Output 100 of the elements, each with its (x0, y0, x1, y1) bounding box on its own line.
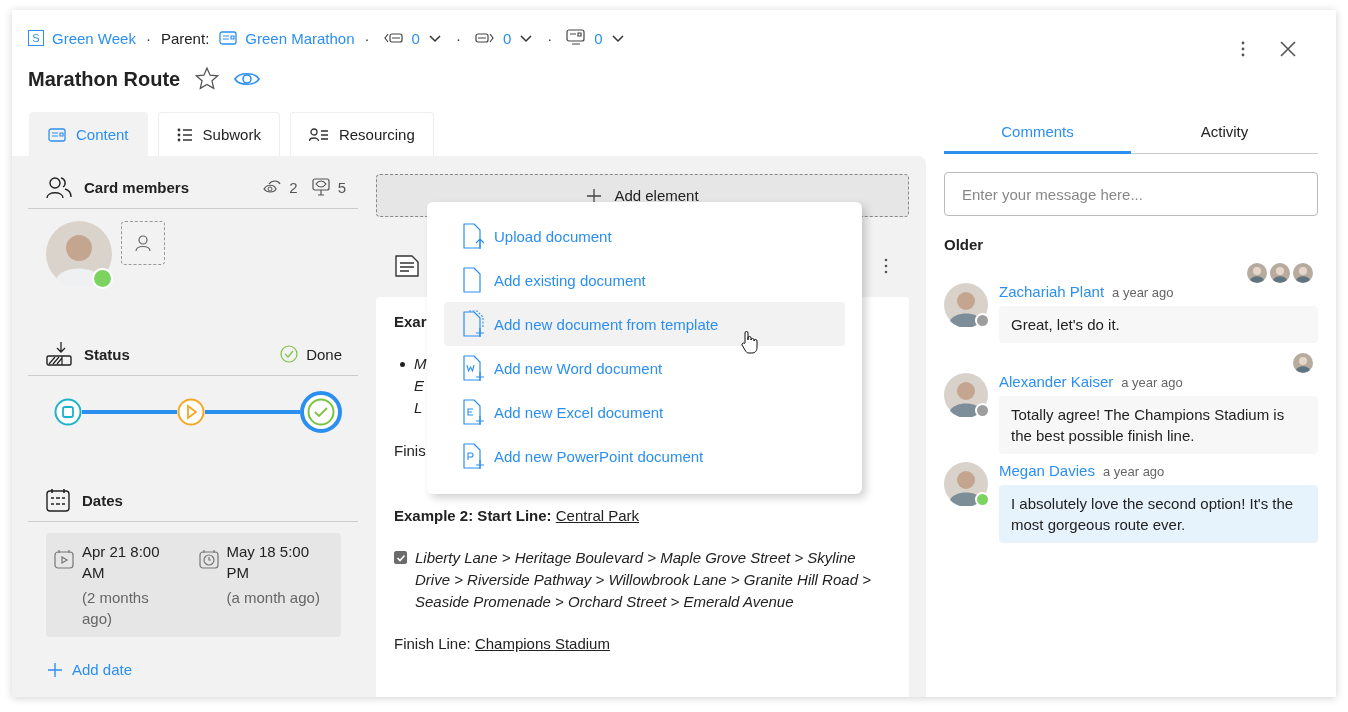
list-icon (176, 127, 193, 142)
status-step[interactable] (300, 391, 342, 433)
comment-bubble: I absolutely love the second option! It's the most gorgeous route ever. (999, 485, 1318, 543)
menu-item[interactable]: Upload document (444, 214, 845, 258)
more-icon[interactable] (1240, 40, 1246, 58)
route-text: L (414, 398, 424, 418)
card-icon (48, 127, 66, 142)
avatar[interactable] (46, 221, 112, 287)
tab[interactable]: Activity (1131, 112, 1318, 154)
tab[interactable]: Content (29, 112, 148, 156)
comment-bubble: Great, let's do it. (999, 306, 1318, 343)
card-icon (219, 31, 238, 45)
bullet-icon (400, 362, 405, 367)
status-value: Done (306, 345, 342, 363)
menu-item[interactable]: Add existing document (444, 258, 845, 302)
finish-link[interactable]: Champions Stadium (474, 635, 610, 652)
person-icon (134, 234, 152, 252)
route-text: Liberty Lane > Heritage Boulevard > Maple Grove Street > Skyline Drive > Riverside Pathway > Willowbrook Lane > Granite Hill Road > Seaside Promenade > Orchard Street > Emerald Avenue (415, 548, 872, 612)
comment-time: a year ago (1112, 285, 1174, 300)
hand-cursor-icon (740, 330, 758, 354)
document-icon (462, 222, 486, 250)
caret-icon (427, 33, 442, 43)
close-icon[interactable] (1280, 41, 1296, 57)
comment-time: a year ago (1121, 375, 1183, 390)
relation-counter[interactable]: 0 (562, 29, 629, 47)
caret-icon (519, 33, 534, 43)
menu-item[interactable]: Add new Excel document (444, 390, 845, 434)
relation-counter[interactable]: 0 (470, 29, 538, 47)
parent-label: Parent: (160, 29, 210, 47)
comment-time: a year ago (1102, 464, 1165, 479)
plus-icon (48, 662, 62, 677)
separator-dot: · (547, 29, 553, 47)
person-list-icon (308, 127, 329, 142)
menu-item[interactable]: Add new Word document (444, 346, 845, 390)
avatar (944, 462, 988, 506)
reader-avatar (1247, 263, 1267, 283)
due-date-icon (198, 549, 219, 569)
reader-avatar (1293, 353, 1313, 373)
start-link[interactable]: Central Park (555, 507, 640, 524)
relative-date: (a month ago) (226, 588, 321, 608)
viewers-icon (311, 178, 330, 196)
section-title: Status (84, 345, 130, 363)
separator-dot: · (364, 29, 370, 47)
example-heading: Exar (394, 312, 427, 332)
status-step[interactable] (54, 398, 82, 426)
separator-dot: · (455, 29, 461, 47)
tab[interactable]: Resourcing (289, 112, 434, 156)
space-badge: S (28, 30, 44, 46)
finish-label: Finish Line: (394, 635, 471, 652)
watchers-icon (263, 180, 282, 194)
document-icon (462, 354, 486, 382)
people-icon (46, 174, 72, 200)
separator-dot: · (145, 29, 151, 47)
check-circle-icon (280, 345, 299, 363)
watchers-count: 2 (289, 178, 298, 196)
comment-bubble: Totally agree! The Champions Stadium is the best possible finish line. (999, 396, 1318, 454)
route-text: M (414, 354, 428, 374)
viewers-count: 5 (337, 178, 346, 196)
add-member-button[interactable] (121, 221, 165, 265)
linked-card-icon (566, 29, 587, 47)
more-icon[interactable] (883, 258, 889, 274)
plus-icon (586, 187, 603, 204)
caret-icon (610, 33, 625, 43)
section-title: Dates (82, 491, 123, 509)
incoming-card-icon (383, 32, 404, 44)
document-icon (462, 310, 486, 338)
avatar (944, 283, 988, 327)
reader-avatar (1270, 263, 1290, 283)
author-name[interactable]: Megan Davies (999, 462, 1095, 479)
author-name[interactable]: Alexander Kaiser (999, 373, 1114, 390)
reader-avatar (1293, 263, 1313, 283)
relative-date: (2 months ago) (82, 588, 150, 629)
space-link[interactable]: Green Week (52, 29, 136, 47)
route-text: E (414, 376, 425, 396)
add-date-button[interactable]: Add date (48, 661, 133, 678)
outgoing-card-icon (474, 32, 495, 44)
relation-counter[interactable]: 0 (379, 29, 446, 47)
menu-item[interactable]: Add new document from template (444, 302, 845, 346)
start-date-icon (54, 549, 74, 569)
menu-item[interactable]: Add new PowerPoint document (444, 434, 845, 478)
date-value: May 18 5:00 PM (226, 542, 311, 583)
date-value: Apr 21 8:00 AM (82, 542, 161, 583)
group-heading: Older (944, 236, 985, 253)
document-icon (462, 398, 486, 426)
document-icon (394, 254, 420, 278)
status-step[interactable] (177, 398, 205, 426)
parent-link[interactable]: Green Marathon (245, 29, 355, 47)
calendar-icon (46, 488, 70, 512)
example-heading: Example 2: Start Line: (394, 507, 552, 524)
status-icon (46, 341, 72, 367)
checkbox[interactable] (394, 551, 407, 564)
tab[interactable]: Comments (944, 112, 1131, 154)
author-name[interactable]: Zachariah Plant (999, 283, 1105, 300)
document-icon (462, 442, 486, 470)
tab[interactable]: Subwork (157, 112, 280, 156)
finish-text: Finis (394, 441, 426, 461)
star-icon[interactable] (194, 66, 221, 92)
message-field[interactable]: Enter your message here... (944, 172, 1318, 216)
card-title: Marathon Route (28, 67, 181, 91)
eye-icon[interactable] (234, 70, 261, 88)
